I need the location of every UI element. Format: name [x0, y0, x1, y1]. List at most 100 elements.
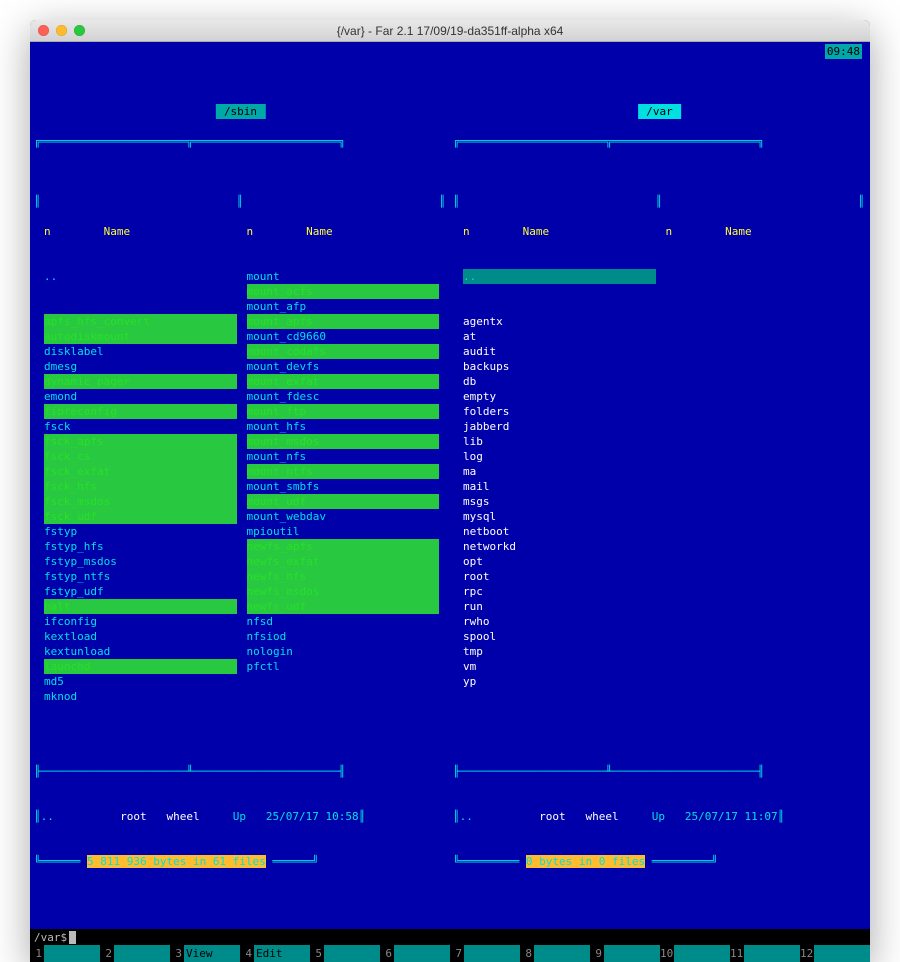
file-item[interactable]: rpc: [463, 584, 656, 599]
file-item[interactable]: vm: [463, 659, 656, 674]
file-item[interactable]: fstyp_msdos: [44, 554, 237, 569]
file-item[interactable]: mount_acfs: [247, 284, 440, 299]
file-item[interactable]: mysql: [463, 509, 656, 524]
file-item[interactable]: fsck: [44, 419, 237, 434]
file-item[interactable]: jabberd: [463, 419, 656, 434]
file-item[interactable]: mknod: [44, 689, 237, 704]
file-item[interactable]: mount: [247, 269, 440, 284]
file-item[interactable]: at: [463, 329, 656, 344]
file-item[interactable]: launchd: [44, 659, 237, 674]
file-item[interactable]: mount_apfs: [247, 314, 440, 329]
file-item[interactable]: mount_fdesc: [247, 389, 440, 404]
fkey-1[interactable]: 1: [30, 945, 100, 962]
file-item[interactable]: kextunload: [44, 644, 237, 659]
file-item[interactable]: root: [463, 569, 656, 584]
file-item[interactable]: agentx: [463, 314, 656, 329]
file-item[interactable]: newfs_exfat: [247, 554, 440, 569]
file-item[interactable]: mount_smbfs: [247, 479, 440, 494]
fkey-6[interactable]: 6: [380, 945, 450, 962]
file-item[interactable]: mount_afp: [247, 299, 440, 314]
file-item[interactable]: dmesg: [44, 359, 237, 374]
file-item[interactable]: tmp: [463, 644, 656, 659]
file-item[interactable]: ma: [463, 464, 656, 479]
file-item[interactable]: kextload: [44, 629, 237, 644]
file-item[interactable]: yp: [463, 674, 656, 689]
file-item[interactable]: nfsiod: [247, 629, 440, 644]
file-item[interactable]: emond: [44, 389, 237, 404]
fkey-10[interactable]: 10: [660, 945, 730, 962]
file-item[interactable]: apfs_hfs_convert: [44, 314, 237, 329]
file-item[interactable]: mpioutil: [247, 524, 440, 539]
file-item[interactable]: fstyp_hfs: [44, 539, 237, 554]
fkey-4[interactable]: 4Edit: [240, 945, 310, 962]
left-panel-path[interactable]: /sbin: [215, 104, 265, 119]
fkey-7[interactable]: 7: [450, 945, 520, 962]
file-item[interactable]: log: [463, 449, 656, 464]
file-item[interactable]: fsck_udf: [44, 509, 237, 524]
file-item[interactable]: empty: [463, 389, 656, 404]
file-item[interactable]: fstyp: [44, 524, 237, 539]
file-item[interactable]: mount_cddafs: [247, 344, 440, 359]
file-item[interactable]: mount_msdos: [247, 434, 440, 449]
right-panel[interactable]: ╔══════════════════════╦════════════════…: [453, 104, 866, 899]
fkey-11[interactable]: 11: [730, 945, 800, 962]
fkey-2[interactable]: 2: [100, 945, 170, 962]
fkey-3[interactable]: 3View: [170, 945, 240, 962]
panel-border: ╚═════════ 0 bytes in 0 files ═════════╝: [453, 854, 866, 869]
file-item[interactable]: msgs: [463, 494, 656, 509]
file-item[interactable]: fstyp_ntfs: [44, 569, 237, 584]
file-item[interactable]: db: [463, 374, 656, 389]
file-item[interactable]: nfsd: [247, 614, 440, 629]
file-item[interactable]: mount_hfs: [247, 419, 440, 434]
file-item[interactable]: autodiskmount: [44, 329, 237, 344]
fkey-12[interactable]: 12: [800, 945, 870, 962]
file-item[interactable]: audit: [463, 344, 656, 359]
file-item[interactable]: fibreconfig: [44, 404, 237, 419]
file-item[interactable]: fsck_exfat: [44, 464, 237, 479]
file-item[interactable]: disklabel: [44, 344, 237, 359]
file-item[interactable]: mount_webdav: [247, 509, 440, 524]
file-item[interactable]: rwho: [463, 614, 656, 629]
file-item[interactable]: mount_udf: [247, 494, 440, 509]
up-dir-selected[interactable]: ..: [463, 269, 656, 284]
file-item[interactable]: md5: [44, 674, 237, 689]
file-item[interactable]: folders: [463, 404, 656, 419]
file-item[interactable]: nologin: [247, 644, 440, 659]
file-item[interactable]: newfs_hfs: [247, 569, 440, 584]
file-item[interactable]: mount_exfat: [247, 374, 440, 389]
file-item[interactable]: mail: [463, 479, 656, 494]
right-panel-path[interactable]: /var: [638, 104, 682, 119]
file-item[interactable]: fsck_apfs: [44, 434, 237, 449]
file-item[interactable]: run: [463, 599, 656, 614]
command-line[interactable]: /var$: [30, 929, 870, 945]
up-dir[interactable]: ..: [44, 269, 237, 284]
fkey-5[interactable]: 5: [310, 945, 380, 962]
file-item[interactable]: mount_cd9660: [247, 329, 440, 344]
file-item[interactable]: dynamic_pager: [44, 374, 237, 389]
left-col1: n Name .. apfs_hfs_convertautodiskmountd…: [42, 194, 237, 734]
fkey-8[interactable]: 8: [520, 945, 590, 962]
left-panel[interactable]: ╔══════════════════════╦════════════════…: [34, 104, 447, 899]
file-item[interactable]: lib: [463, 434, 656, 449]
file-item[interactable]: backups: [463, 359, 656, 374]
file-item[interactable]: pfctl: [247, 659, 440, 674]
file-item[interactable]: ifconfig: [44, 614, 237, 629]
file-item[interactable]: fsck_hfs: [44, 479, 237, 494]
file-item[interactable]: opt: [463, 554, 656, 569]
file-item[interactable]: mount_nfs: [247, 449, 440, 464]
file-item[interactable]: netboot: [463, 524, 656, 539]
fkey-9[interactable]: 9: [590, 945, 660, 962]
file-item[interactable]: newfs_udf: [247, 599, 440, 614]
file-item[interactable]: fsck_msdos: [44, 494, 237, 509]
file-item[interactable]: newfs_msdos: [247, 584, 440, 599]
file-item[interactable]: halt: [44, 599, 237, 614]
file-item[interactable]: fstyp_udf: [44, 584, 237, 599]
file-item[interactable]: newfs_apfs: [247, 539, 440, 554]
file-item[interactable]: fsck_cs: [44, 449, 237, 464]
file-item[interactable]: spool: [463, 629, 656, 644]
file-item[interactable]: mount_devfs: [247, 359, 440, 374]
file-item[interactable]: networkd: [463, 539, 656, 554]
file-item[interactable]: mount_ftp: [247, 404, 440, 419]
file-item[interactable]: mount_ntfs: [247, 464, 440, 479]
panel-border: ╟──────────────────────╨────────────────…: [34, 764, 447, 779]
